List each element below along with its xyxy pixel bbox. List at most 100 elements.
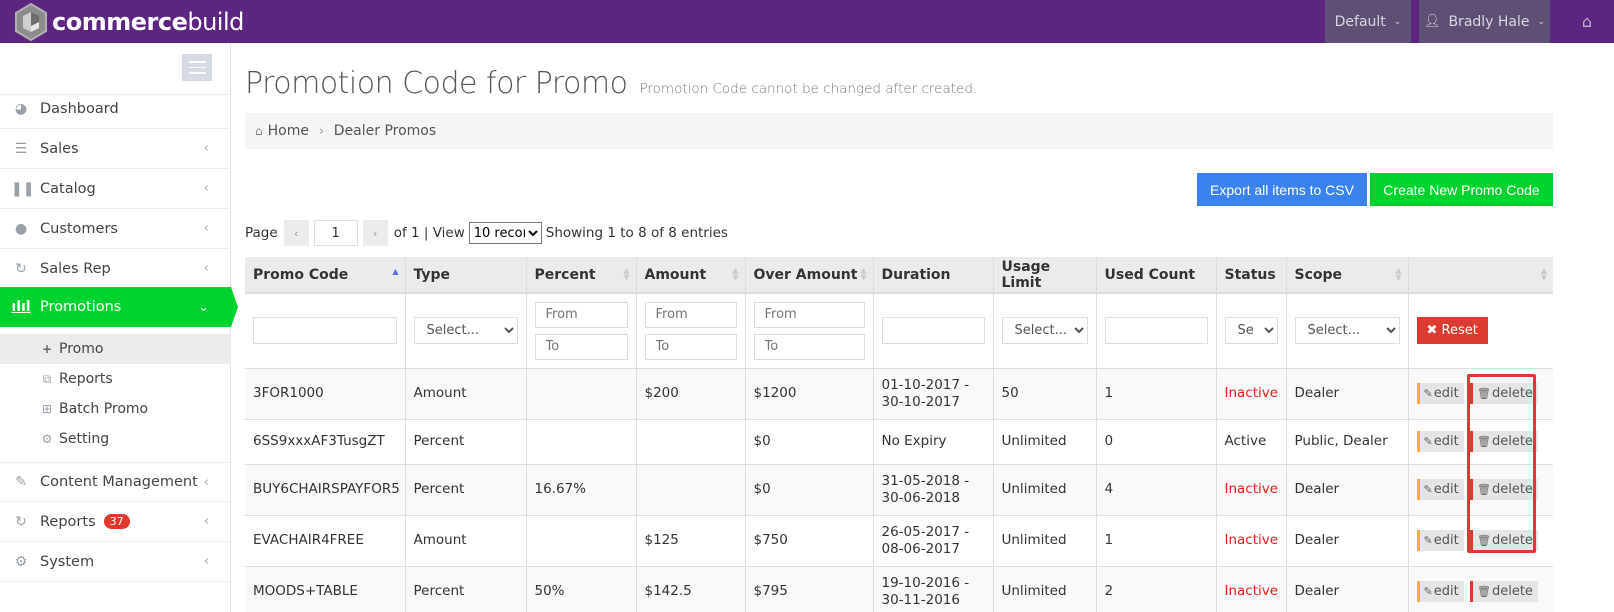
- cell-actions: ✎ edit 🗑︎ delete: [1408, 515, 1553, 567]
- sidebar-item-label: Sales Rep: [40, 260, 111, 277]
- chevron-left-icon: ‹: [203, 221, 209, 236]
- cell-amount: [636, 419, 746, 465]
- filter-row: Select... Select... Se Select... ✖ Reset: [245, 293, 1553, 369]
- sidebar-item-dashboard[interactable]: ◕ Dashboard: [0, 89, 231, 129]
- brand-logo[interactable]: commercebuild: [14, 3, 244, 41]
- delete-button[interactable]: 🗑︎ delete: [1469, 383, 1538, 404]
- chevron-left-icon: ‹: [203, 554, 209, 569]
- close-icon: ✖: [1426, 323, 1442, 339]
- store-label: Default: [1334, 13, 1386, 30]
- delete-button[interactable]: 🗑︎ delete: [1469, 479, 1538, 500]
- sidebar-item-promotions[interactable]: ılıl Promotions ⌄: [0, 287, 238, 327]
- bar-chart-icon: ılıl: [11, 299, 31, 315]
- sidebar-item-customers[interactable]: ● Customers ‹: [0, 209, 231, 249]
- column-header-amount[interactable]: Amount ▲ ▼: [636, 257, 746, 294]
- sidebar-item-system[interactable]: ⚙ System ‹: [0, 542, 231, 582]
- delete-button[interactable]: 🗑︎ delete: [1469, 530, 1538, 551]
- table-row: 6SS9xxxAF3TusgZT Percent $0 No Expiry Un…: [245, 419, 1553, 465]
- delete-button[interactable]: 🗑︎ delete: [1469, 581, 1538, 602]
- delete-button[interactable]: 🗑︎ delete: [1469, 431, 1538, 452]
- table-row: BUY6CHAIRSPAYFOR5 Percent 16.67% $0 31-0…: [245, 464, 1553, 516]
- cell-actions: ✎ edit 🗑︎ delete: [1408, 566, 1553, 612]
- amount-from-input[interactable]: [644, 301, 737, 328]
- cell-percent: [526, 515, 637, 567]
- next-page-button[interactable]: ›: [362, 220, 388, 246]
- plus-icon: +: [41, 342, 53, 356]
- usage-limit-filter-select[interactable]: Select...: [1001, 317, 1088, 345]
- user-menu[interactable]: 👤︎ Bradly Hale ⌄: [1419, 0, 1550, 43]
- status-filter-select[interactable]: Se: [1224, 317, 1278, 345]
- create-promo-code-button[interactable]: Create New Promo Code: [1370, 173, 1553, 206]
- percent-to-input[interactable]: [534, 333, 628, 360]
- sort-icon: ▲ ▼: [1540, 266, 1547, 282]
- store-selector[interactable]: Default ⌄: [1325, 0, 1411, 43]
- table-row: 3FOR1000 Amount $200 $1200 01-10-2017 - …: [245, 368, 1553, 420]
- home-button[interactable]: ⌂: [1560, 0, 1614, 43]
- amount-to-input[interactable]: [644, 333, 737, 360]
- column-header-actions[interactable]: ▲ ▼: [1408, 257, 1553, 294]
- cell-scope: Dealer: [1286, 515, 1409, 567]
- sidebar-subitem-promo[interactable]: + Promo: [0, 334, 231, 364]
- column-header-duration: Duration: [873, 257, 994, 294]
- sidebar-item-sales-rep[interactable]: ↻ Sales Rep ‹: [0, 249, 231, 289]
- edit-button[interactable]: ✎ edit: [1416, 530, 1464, 551]
- sidebar-subitem-label: Promo: [59, 341, 104, 357]
- sidebar-item-label: Catalog: [40, 180, 96, 197]
- duration-filter-input[interactable]: [881, 317, 985, 345]
- edit-button[interactable]: ✎ edit: [1416, 581, 1464, 602]
- breadcrumb-home[interactable]: Home: [268, 123, 309, 139]
- column-header-promo-code[interactable]: Promo Code ▲: [245, 257, 406, 294]
- type-filter-select[interactable]: Select...: [413, 317, 518, 345]
- edit-button[interactable]: ✎ edit: [1416, 431, 1464, 452]
- edit-button[interactable]: ✎ edit: [1416, 479, 1464, 500]
- sort-icon: ▲ ▼: [1395, 266, 1402, 282]
- cell-usage-limit: Unlimited: [993, 464, 1097, 516]
- column-header-percent[interactable]: Percent ▲ ▼: [526, 257, 637, 294]
- sidebar-item-catalog[interactable]: ❚❚ Catalog ‹: [0, 169, 231, 209]
- export-csv-button[interactable]: Export all items to CSV: [1197, 173, 1367, 206]
- sort-icon: ▲ ▼: [623, 266, 630, 282]
- reset-filters-button[interactable]: ✖ Reset: [1416, 317, 1488, 345]
- cell-type: Amount: [405, 515, 527, 567]
- user-icon: ●: [14, 220, 28, 237]
- sidebar-item-label: Reports: [40, 513, 96, 530]
- over-amount-to-input[interactable]: [753, 333, 865, 360]
- scope-filter-select[interactable]: Select...: [1294, 317, 1400, 345]
- cell-type: Percent: [405, 419, 527, 465]
- chevron-down-icon: ⌄: [1537, 16, 1546, 27]
- page-number-input[interactable]: [313, 220, 358, 246]
- sort-icon: ▲ ▼: [732, 266, 739, 282]
- refresh-icon: ↻: [15, 260, 27, 277]
- promo-code-filter-input[interactable]: [253, 317, 397, 345]
- column-header-scope[interactable]: Scope ▲ ▼: [1286, 257, 1409, 294]
- percent-from-input[interactable]: [534, 301, 628, 328]
- sidebar-item-content-management[interactable]: ✎ Content Management ‹: [0, 462, 231, 502]
- sidebar-subitem-reports[interactable]: ⧉ Reports: [0, 364, 231, 394]
- barcode-icon: ❚❚: [11, 180, 35, 197]
- cell-usage-limit: 50: [993, 368, 1097, 420]
- edit-icon: ✎: [1423, 585, 1433, 598]
- trash-icon: 🗑︎: [1476, 387, 1491, 400]
- trash-icon: 🗑︎: [1476, 534, 1491, 547]
- user-name: Bradly Hale: [1448, 13, 1530, 30]
- cell-over-amount: $0: [745, 464, 874, 516]
- chevron-left-icon: ‹: [203, 181, 209, 196]
- entries-summary: Showing 1 to 8 of 8 entries: [545, 225, 728, 241]
- used-count-filter-input[interactable]: [1104, 317, 1208, 345]
- edit-button[interactable]: ✎ edit: [1416, 383, 1464, 404]
- sidebar-item-label: System: [40, 553, 95, 570]
- over-amount-from-input[interactable]: [753, 301, 865, 328]
- prev-page-button[interactable]: ‹: [283, 220, 309, 246]
- records-per-page-select[interactable]: 10 records: [468, 222, 542, 244]
- cell-status: Active: [1216, 419, 1287, 465]
- cell-percent: 16.67%: [526, 464, 637, 516]
- sidebar-subitem-batch-promo[interactable]: ⊞ Batch Promo: [0, 394, 231, 424]
- menu-toggle-button[interactable]: [182, 54, 212, 81]
- cell-promo-code: 6SS9xxxAF3TusgZT: [245, 419, 406, 465]
- sidebar-item-sales[interactable]: ☰ Sales ‹: [0, 129, 231, 169]
- sidebar-item-reports[interactable]: ↻ Reports 37 ‹: [0, 502, 231, 542]
- sidebar-subitem-setting[interactable]: ⚙ Setting: [0, 424, 231, 454]
- notification-badge: 37: [103, 514, 130, 529]
- cell-percent: 50%: [526, 566, 637, 612]
- column-header-over-amount[interactable]: Over Amount ▲ ▼: [745, 257, 874, 294]
